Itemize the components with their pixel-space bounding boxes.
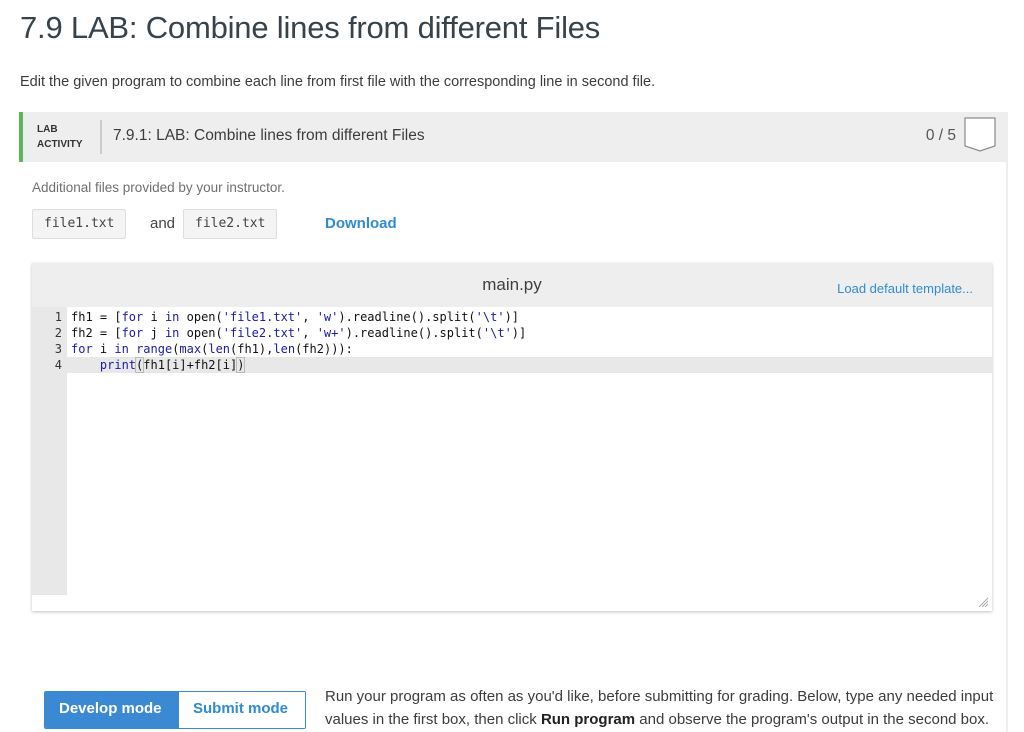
code-token: )] [511,326,527,340]
score-badge-icon [964,117,996,152]
code-keyword: for [121,310,144,324]
code-keyword: len [273,342,296,356]
code-token: (fh1), [230,342,274,356]
code-token: open( [179,326,223,340]
code-keyword: range [136,342,173,356]
code-token: ).readline().split( [345,326,483,340]
file1-chip: file1.txt [32,209,127,239]
lab-activity-card: LAB ACTIVITY 7.9.1: LAB: Combine lines f… [19,112,1008,732]
submit-mode-button[interactable]: Submit mode [179,692,305,728]
code-string: 'file2.txt' [222,326,303,340]
instructions-text: Edit the given program to combine each l… [20,74,656,90]
file2-chip: file2.txt [183,209,278,239]
line-number: 2 [54,326,62,340]
lab-header: LAB ACTIVITY 7.9.1: LAB: Combine lines f… [19,112,1006,162]
code-token: i [92,342,115,356]
code-line[interactable]: 3 for i in range(max(len(fh1),len(fh2))): [32,341,992,357]
lab-activity-tag: LAB ACTIVITY [37,122,83,152]
line-number: 1 [54,310,62,324]
resize-handle-icon[interactable] [978,597,988,607]
code-keyword: in [114,342,129,356]
code-string: '\t' [475,310,505,324]
code-token: fh1[i]+fh2[i] [143,358,238,372]
code-token: i [143,310,165,324]
and-text: and [150,215,176,232]
code-keyword: in [164,326,180,340]
code-token: , [302,310,317,324]
code-editor[interactable]: main.py Load default template... 1 fh1 = … [32,263,992,611]
code-token: ).readline().split( [338,310,476,324]
additional-files-label: Additional files provided by your instru… [32,180,285,195]
header-divider [100,120,102,154]
code-token: fh2 = [ [71,326,122,340]
code-token: fh1 = [ [71,310,122,324]
develop-mode-button[interactable]: Develop mode [45,692,179,728]
line-text: print(fh1[i]+fh2[i]) [71,357,246,373]
lab-body: Additional files provided by your instru… [19,162,1006,732]
code-string: '\t' [482,326,512,340]
code-string: 'w' [316,310,339,324]
code-token: j [143,326,165,340]
line-number: 4 [54,358,62,372]
code-string: 'w+' [316,326,346,340]
code-line[interactable]: 2 fh2 = [for j in open('file2.txt', 'w+')… [32,325,992,341]
load-default-template-link[interactable]: Load default template... [837,281,973,296]
code-token: , [302,326,317,340]
score-text: 0 / 5 [925,127,956,144]
code-token: (fh2))): [295,342,353,356]
mode-toggle: Develop mode Submit mode [44,691,306,729]
run-program-emphasis: Run program [540,710,636,728]
code-token: ) [236,357,246,373]
line-text: fh2 = [for j in open('file2.txt', 'w+').… [71,325,526,341]
code-token: )] [504,310,520,324]
line-number: 3 [54,342,62,356]
lab-tag-line2: ACTIVITY [37,139,83,150]
line-text: for i in range(max(len(fh1),len(fh2))): [71,341,353,357]
line-text: fh1 = [for i in open('file1.txt', 'w').r… [71,309,519,325]
code-keyword: max [179,342,202,356]
code-token: open( [179,310,223,324]
code-line[interactable]: 1 fh1 = [for i in open('file1.txt', 'w').… [32,309,992,325]
editor-toolbar: main.py Load default template... [32,263,992,307]
lab-name: 7.9.1: LAB: Combine lines from different… [113,127,425,144]
lab-tag-line1: LAB [37,124,58,135]
run-help-text: Run your program as often as you'd like,… [325,686,995,731]
code-keyword: len [208,342,231,356]
code-keyword: for [121,326,144,340]
code-keyword: in [164,310,180,324]
code-line[interactable]: 4 print(fh1[i]+fh2[i]) [32,357,992,373]
code-area[interactable]: 1 fh1 = [for i in open('file1.txt', 'w').… [32,309,992,373]
code-keyword: for [71,342,93,356]
page-title: 7.9 LAB: Combine lines from different Fi… [20,10,601,45]
code-string: 'file1.txt' [222,310,303,324]
code-keyword: print [99,358,137,372]
download-link[interactable]: Download [325,215,397,232]
help-text-after: and observe the program's output in the … [635,710,990,728]
